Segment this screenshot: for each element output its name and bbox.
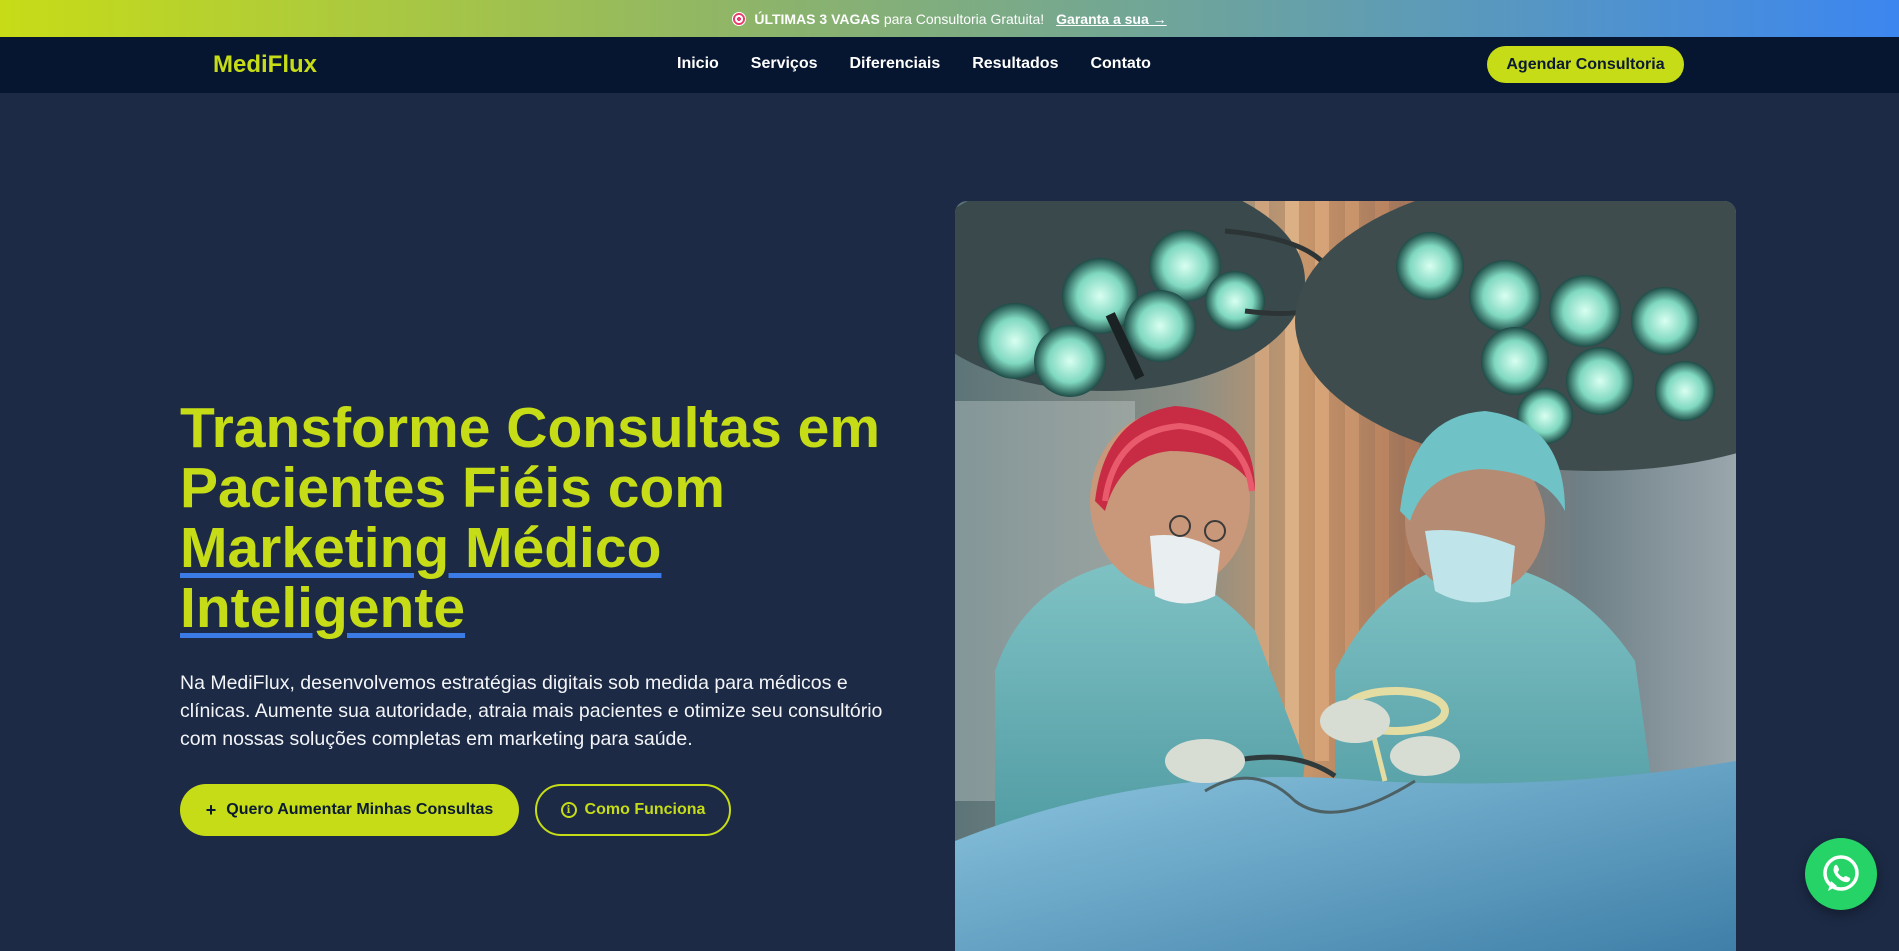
increase-consultations-label: Quero Aumentar Minhas Consultas xyxy=(226,801,494,818)
whatsapp-icon xyxy=(1823,855,1859,891)
nav-link-servicos[interactable]: Serviços xyxy=(751,55,818,73)
hero-title-highlight: Marketing Médico Inteligente xyxy=(180,516,662,640)
plus-icon: + xyxy=(205,800,217,820)
nav-link-resultados[interactable]: Resultados xyxy=(972,55,1058,73)
target-icon xyxy=(732,11,747,26)
info-icon: i xyxy=(560,802,577,818)
surgery-scene-illustration xyxy=(955,201,1736,951)
schedule-consultation-button[interactable]: Agendar Consultoria xyxy=(1487,46,1684,83)
nav-links: Inicio Serviços Diferenciais Resultados … xyxy=(677,55,1151,73)
promo-bar: ÚLTIMAS 3 VAGAS para Consultoria Gratuit… xyxy=(0,0,1899,37)
hero-image-surgeons xyxy=(955,201,1736,951)
brand-logo[interactable]: MediFlux xyxy=(213,51,317,79)
promo-highlight: ÚLTIMAS 3 VAGAS xyxy=(754,10,880,27)
hero-title-plain: Transforme Consultas em Pacientes Fiéis … xyxy=(180,396,881,520)
hero-description: Na MediFlux, desenvolvemos estratégias d… xyxy=(180,672,883,750)
how-it-works-button[interactable]: i Como Funciona xyxy=(535,784,731,836)
how-it-works-label: Como Funciona xyxy=(584,801,706,818)
increase-consultations-button[interactable]: + Quero Aumentar Minhas Consultas xyxy=(180,784,519,836)
promo-link[interactable]: Garanta a sua → xyxy=(1056,11,1167,27)
nav-link-contato[interactable]: Contato xyxy=(1090,55,1150,73)
hero-title: Transforme Consultas em Pacientes Fiéis … xyxy=(180,398,920,638)
nav-link-inicio[interactable]: Inicio xyxy=(677,55,719,73)
nav-link-diferenciais[interactable]: Diferenciais xyxy=(850,55,941,73)
promo-text: para Consultoria Gratuita! xyxy=(883,10,1045,27)
whatsapp-button[interactable] xyxy=(1805,838,1877,910)
navbar: MediFlux Inicio Serviços Diferenciais Re… xyxy=(0,37,1899,93)
